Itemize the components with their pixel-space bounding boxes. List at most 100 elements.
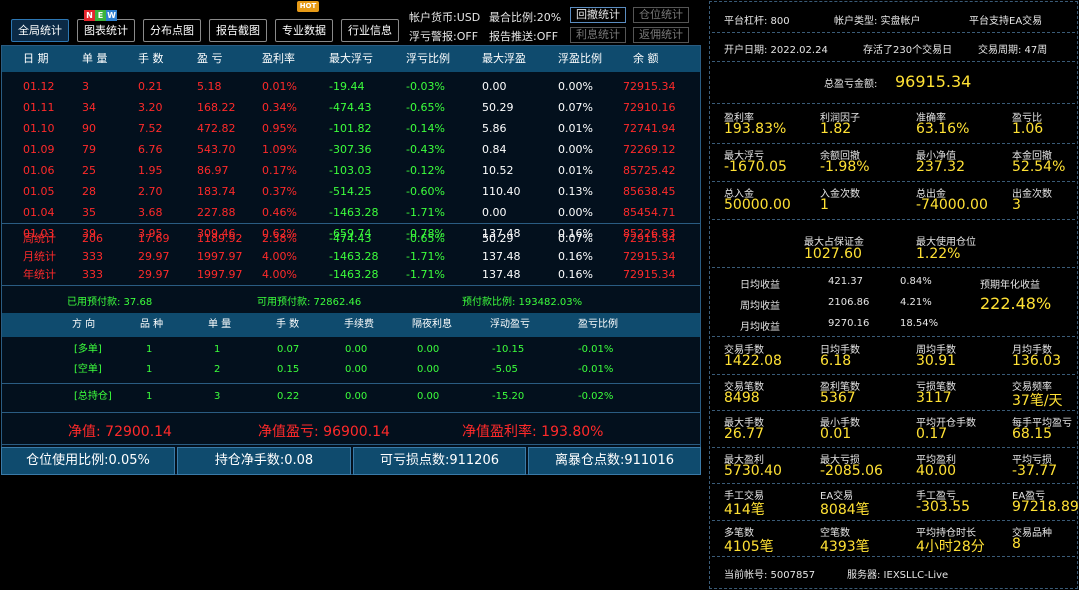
divider (712, 61, 1075, 62)
drawdown-stats-button[interactable]: 回撤统计 (570, 7, 626, 23)
col-max-float-profit: 最大浮盈 (482, 52, 526, 65)
cell-float-loss-ratio: -0.65% (406, 101, 445, 114)
summary-row: 月统计 333 29.97 1997.97 4.00% -1463.28 -1.71% 137… (2, 248, 700, 265)
max-margin-value: 1027.60 (804, 246, 862, 262)
table-row: 01.06 25 1.95 86.97 0.17% -103.03 -0.12% 10.52 0… (2, 162, 700, 179)
industry-info-button[interactable]: 行业信息 (341, 19, 399, 42)
margin-ratio: 预付款比例: 193482.03% (462, 297, 583, 308)
col-float-loss-ratio: 浮亏比例 (406, 52, 450, 65)
cell-balance: 72741.94 (623, 122, 676, 135)
cell-pl: 472.82 (197, 122, 236, 135)
summary-row: 周统计 206 17.69 1189.92 2.38% -474.43 -0.65% 50.2… (2, 230, 700, 247)
float-loss-alert: 浮亏警报:OFF (409, 30, 479, 43)
liquidation-distance-points: 离暴仓点数:911016 (528, 447, 701, 475)
pos-cell-direction: [空单] (74, 364, 102, 375)
cell-date: 01.04 (23, 206, 55, 219)
cell-balance: 85638.45 (623, 185, 676, 198)
cell-max-float-profit: 50.29 (482, 101, 514, 114)
pro-data-button[interactable]: 专业数据 (275, 19, 333, 42)
cell-profit-rate: 0.95% (262, 122, 297, 135)
cell-date: 01.12 (23, 80, 55, 93)
stat-value: 97218.89 (1012, 499, 1079, 515)
cell-profit-rate: 0.01% (262, 80, 297, 93)
cell-max-float-profit: 0.84 (482, 143, 507, 156)
cell-pl: 86.97 (197, 164, 229, 177)
cell-date: 01.11 (23, 101, 55, 114)
left-panel: 全局统计 图表统计 NEW 分布点图 报告截图 专业数据 HOT 行业信息 帐户… (0, 0, 702, 590)
positions-header: 方 向 品 种 单 量 手 数 手续费 隔夜利息 浮动盈亏 盈亏比例 (2, 313, 700, 337)
col-swap: 隔夜利息 (412, 319, 452, 330)
stat-value: 40.00 (916, 462, 957, 479)
divider (2, 223, 700, 224)
stat-value: 68.15 (1012, 426, 1053, 442)
table-row: 01.12 3 0.21 5.18 0.01% -19.44 -0.03% 0.00 0.00%… (2, 78, 700, 95)
stat-value: 5730.40 (724, 462, 782, 479)
stat-value: 63.16% (916, 121, 970, 137)
col-pl-ratio: 盈亏比例 (578, 319, 618, 330)
cell-float-profit-ratio: 0.00% (558, 80, 593, 93)
cell-date: 月统计 (23, 250, 56, 263)
income-amount: 2106.86 (828, 297, 870, 308)
cell-max-float-loss: -103.03 (329, 164, 372, 177)
cell-pl: 1997.97 (197, 268, 243, 281)
cell-orders: 79 (82, 143, 96, 156)
cell-profit-rate: 4.00% (262, 250, 297, 263)
stat-value: 193.83% (724, 121, 787, 137)
col-date: 日 期 (23, 52, 49, 65)
available-margin: 可用预付款: 72862.46 (257, 297, 362, 308)
stats-panel: 日 期 单 量 手 数 盈 亏 盈利率 最大浮亏 浮亏比例 最大浮盈 浮盈比例 … (1, 45, 701, 475)
stat-value: -1670.05 (724, 159, 787, 175)
new-badge-n: N (84, 10, 95, 21)
stat-value: 4小时28分 (916, 538, 985, 555)
cell-lots: 1.95 (138, 164, 163, 177)
pos-cell-float-pl: -10.15 (492, 344, 525, 355)
cell-float-profit-ratio: 0.00% (558, 206, 593, 219)
cell-balance: 72269.12 (623, 143, 676, 156)
chart-stats-button[interactable]: 图表统计 (77, 19, 135, 42)
col-commission: 手续费 (344, 319, 374, 330)
stat-value: 3117 (916, 389, 952, 406)
cell-date: 01.06 (23, 164, 55, 177)
income-label: 月均收益 (740, 322, 780, 333)
report-screenshot-button[interactable]: 报告截图 (209, 19, 267, 42)
col-pos-orders: 单 量 (208, 319, 232, 330)
pos-cell-lots: 0.22 (277, 391, 300, 402)
cell-pl: 1189.92 (197, 232, 243, 245)
cell-float-profit-ratio: 0.07% (558, 232, 593, 245)
max-position-value: 1.22% (916, 246, 961, 262)
position-stats-button[interactable]: 仓位统计 (633, 7, 689, 23)
distribution-chart-button[interactable]: 分布点图 (143, 19, 201, 42)
cell-float-loss-ratio: -1.71% (406, 268, 445, 281)
interest-stats-button[interactable]: 利息统计 (570, 27, 626, 43)
divider (712, 556, 1075, 557)
cell-float-profit-ratio: 0.13% (558, 185, 593, 198)
stat-value: 1 (820, 197, 829, 213)
cell-orders: 28 (82, 185, 96, 198)
stat-value: -303.55 (916, 499, 971, 515)
annual-return-value: 222.48% (980, 294, 1052, 313)
cell-max-float-profit: 50.29 (482, 232, 514, 245)
divider (2, 412, 700, 413)
cell-float-loss-ratio: -0.43% (406, 143, 445, 156)
stat-value: 3 (1012, 197, 1021, 213)
divider (712, 32, 1075, 33)
pos-cell-lots: 0.15 (277, 364, 300, 375)
pos-cell-symbols: 1 (146, 344, 153, 355)
total-pl-label: 总盈亏金额: (824, 79, 878, 90)
global-stats-button[interactable]: 全局统计 (11, 19, 69, 42)
col-profit-rate: 盈利率 (262, 52, 295, 65)
total-pl-value: 96915.34 (895, 72, 972, 91)
divider (2, 383, 700, 384)
loss-capacity-points: 可亏损点数:911206 (353, 447, 526, 475)
pos-cell-direction: [多单] (74, 344, 102, 355)
divider (712, 336, 1075, 337)
income-label: 周均收益 (740, 301, 780, 312)
col-lots: 手 数 (138, 52, 164, 65)
table-row: 01.04 35 3.68 227.88 0.46% -1463.28 -1.71% 0.00… (2, 204, 700, 221)
stat-value: 6.18 (820, 353, 852, 369)
rebate-stats-button[interactable]: 返佣统计 (633, 27, 689, 43)
account-summary-panel: 平台杠杆: 800 帐户类型: 实盘帐户 平台支持EA交易 开户日期: 2022… (709, 1, 1079, 589)
income-rate: 18.54% (900, 318, 939, 329)
pos-cell-float-pl: -5.05 (492, 364, 518, 375)
cell-float-loss-ratio: -0.03% (406, 80, 445, 93)
